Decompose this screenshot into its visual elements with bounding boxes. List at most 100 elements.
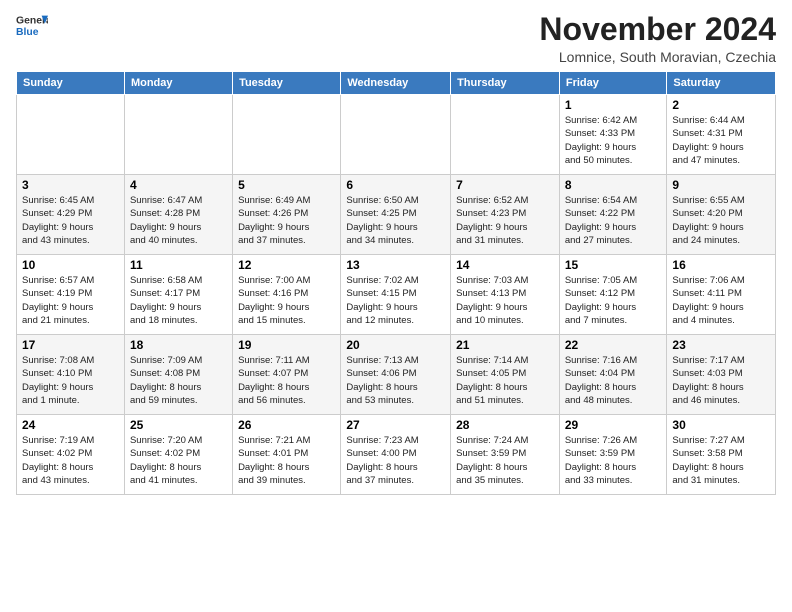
day-info: Sunrise: 7:16 AMSunset: 4:04 PMDaylight:… [565, 354, 662, 407]
table-row: 24 Sunrise: 7:19 AMSunset: 4:02 PMDayligh… [17, 415, 125, 495]
day-number: 17 [22, 338, 119, 352]
table-row: 20Sunrise: 7:13 AMSunset: 4:06 PMDayligh… [341, 335, 451, 415]
table-row: 3 Sunrise: 6:45 AMSunset: 4:29 PMDaylight… [17, 175, 125, 255]
table-row: 16 Sunrise: 7:06 AMSunset: 4:11 PMDayligh… [667, 255, 776, 335]
table-row: 13Sunrise: 7:02 AMSunset: 4:15 PMDayligh… [341, 255, 451, 335]
day-info: Sunrise: 7:21 AMSunset: 4:01 PMDaylight:… [238, 434, 335, 487]
table-row: 26 Sunrise: 7:21 AMSunset: 4:01 PMDayligh… [233, 415, 341, 495]
day-number: 2 [672, 98, 770, 112]
day-number: 19 [238, 338, 335, 352]
day-number: 21 [456, 338, 554, 352]
header-tuesday: Tuesday [233, 72, 341, 95]
table-row: 29 Sunrise: 7:26 AMSunset: 3:59 PMDayligh… [559, 415, 667, 495]
header-sunday: Sunday [17, 72, 125, 95]
day-number: 8 [565, 178, 662, 192]
calendar-week-1: 3 Sunrise: 6:45 AMSunset: 4:29 PMDaylight… [17, 175, 776, 255]
table-row [124, 95, 232, 175]
day-info: Sunrise: 7:13 AMSunset: 4:06 PMDaylight:… [346, 354, 445, 407]
day-number: 27 [346, 418, 445, 432]
day-info: Sunrise: 6:47 AMSunset: 4:28 PMDaylight:… [130, 194, 227, 247]
day-info: Sunrise: 6:45 AMSunset: 4:29 PMDaylight:… [22, 194, 119, 247]
day-info: Sunrise: 7:09 AMSunset: 4:08 PMDaylight:… [130, 354, 227, 407]
day-info: Sunrise: 6:58 AMSunset: 4:17 PMDaylight:… [130, 274, 227, 327]
table-row [233, 95, 341, 175]
day-info: Sunrise: 6:49 AMSunset: 4:26 PMDaylight:… [238, 194, 335, 247]
table-row: 15Sunrise: 7:05 AMSunset: 4:12 PMDayligh… [559, 255, 667, 335]
table-row [451, 95, 560, 175]
day-number: 24 [22, 418, 119, 432]
logo-icon: General Blue [16, 12, 48, 40]
calendar-week-2: 10Sunrise: 6:57 AMSunset: 4:19 PMDayligh… [17, 255, 776, 335]
day-number: 3 [22, 178, 119, 192]
day-info: Sunrise: 6:44 AMSunset: 4:31 PMDaylight:… [672, 114, 770, 167]
day-number: 18 [130, 338, 227, 352]
day-number: 9 [672, 178, 770, 192]
header-monday: Monday [124, 72, 232, 95]
table-row: 10Sunrise: 6:57 AMSunset: 4:19 PMDayligh… [17, 255, 125, 335]
day-info: Sunrise: 7:05 AMSunset: 4:12 PMDaylight:… [565, 274, 662, 327]
calendar-week-3: 17 Sunrise: 7:08 AMSunset: 4:10 PMDayligh… [17, 335, 776, 415]
day-number: 23 [672, 338, 770, 352]
day-number: 5 [238, 178, 335, 192]
table-row: 12 Sunrise: 7:00 AMSunset: 4:16 PMDayligh… [233, 255, 341, 335]
table-row: 18 Sunrise: 7:09 AMSunset: 4:08 PMDayligh… [124, 335, 232, 415]
table-row: 22Sunrise: 7:16 AMSunset: 4:04 PMDayligh… [559, 335, 667, 415]
calendar-table: Sunday Monday Tuesday Wednesday Thursday… [16, 71, 776, 495]
day-number: 14 [456, 258, 554, 272]
table-row: 23 Sunrise: 7:17 AMSunset: 4:03 PMDayligh… [667, 335, 776, 415]
day-number: 11 [130, 258, 227, 272]
calendar-week-4: 24 Sunrise: 7:19 AMSunset: 4:02 PMDayligh… [17, 415, 776, 495]
day-info: Sunrise: 7:19 AMSunset: 4:02 PMDaylight:… [22, 434, 119, 487]
table-row: 5 Sunrise: 6:49 AMSunset: 4:26 PMDaylight… [233, 175, 341, 255]
svg-text:Blue: Blue [16, 27, 39, 38]
day-info: Sunrise: 7:03 AMSunset: 4:13 PMDaylight:… [456, 274, 554, 327]
day-number: 16 [672, 258, 770, 272]
day-info: Sunrise: 7:14 AMSunset: 4:05 PMDaylight:… [456, 354, 554, 407]
table-row: 4 Sunrise: 6:47 AMSunset: 4:28 PMDaylight… [124, 175, 232, 255]
day-info: Sunrise: 7:26 AMSunset: 3:59 PMDaylight:… [565, 434, 662, 487]
day-info: Sunrise: 7:00 AMSunset: 4:16 PMDaylight:… [238, 274, 335, 327]
table-row: 27 Sunrise: 7:23 AMSunset: 4:00 PMDayligh… [341, 415, 451, 495]
day-info: Sunrise: 7:06 AMSunset: 4:11 PMDaylight:… [672, 274, 770, 327]
table-row: 28Sunrise: 7:24 AMSunset: 3:59 PMDayligh… [451, 415, 560, 495]
table-row: 11 Sunrise: 6:58 AMSunset: 4:17 PMDayligh… [124, 255, 232, 335]
header-thursday: Thursday [451, 72, 560, 95]
day-info: Sunrise: 7:08 AMSunset: 4:10 PMDaylight:… [22, 354, 119, 407]
day-number: 29 [565, 418, 662, 432]
table-row: 2 Sunrise: 6:44 AMSunset: 4:31 PMDaylight… [667, 95, 776, 175]
location-subtitle: Lomnice, South Moravian, Czechia [539, 49, 776, 65]
table-row: 17 Sunrise: 7:08 AMSunset: 4:10 PMDayligh… [17, 335, 125, 415]
title-block: November 2024 Lomnice, South Moravian, C… [539, 12, 776, 65]
day-number: 10 [22, 258, 119, 272]
day-info: Sunrise: 6:54 AMSunset: 4:22 PMDaylight:… [565, 194, 662, 247]
day-number: 30 [672, 418, 770, 432]
day-info: Sunrise: 7:02 AMSunset: 4:15 PMDaylight:… [346, 274, 445, 327]
table-row: 19Sunrise: 7:11 AMSunset: 4:07 PMDayligh… [233, 335, 341, 415]
table-row: 9Sunrise: 6:55 AMSunset: 4:20 PMDaylight… [667, 175, 776, 255]
main-container: General Blue November 2024 Lomnice, Sout… [0, 0, 792, 503]
day-number: 26 [238, 418, 335, 432]
table-row: 14 Sunrise: 7:03 AMSunset: 4:13 PMDayligh… [451, 255, 560, 335]
header-wednesday: Wednesday [341, 72, 451, 95]
table-row [341, 95, 451, 175]
day-info: Sunrise: 7:27 AMSunset: 3:58 PMDaylight:… [672, 434, 770, 487]
table-row [17, 95, 125, 175]
table-row: 25 Sunrise: 7:20 AMSunset: 4:02 PMDayligh… [124, 415, 232, 495]
calendar-header-row: Sunday Monday Tuesday Wednesday Thursday… [17, 72, 776, 95]
table-row: 7 Sunrise: 6:52 AMSunset: 4:23 PMDaylight… [451, 175, 560, 255]
day-number: 4 [130, 178, 227, 192]
header-friday: Friday [559, 72, 667, 95]
day-number: 7 [456, 178, 554, 192]
day-info: Sunrise: 7:23 AMSunset: 4:00 PMDaylight:… [346, 434, 445, 487]
day-number: 25 [130, 418, 227, 432]
day-info: Sunrise: 6:52 AMSunset: 4:23 PMDaylight:… [456, 194, 554, 247]
header: General Blue November 2024 Lomnice, Sout… [16, 12, 776, 65]
day-info: Sunrise: 7:20 AMSunset: 4:02 PMDaylight:… [130, 434, 227, 487]
table-row: 30 Sunrise: 7:27 AMSunset: 3:58 PMDayligh… [667, 415, 776, 495]
day-number: 1 [565, 98, 662, 112]
day-number: 12 [238, 258, 335, 272]
calendar-week-0: 1Sunrise: 6:42 AMSunset: 4:33 PMDaylight… [17, 95, 776, 175]
day-number: 6 [346, 178, 445, 192]
day-info: Sunrise: 7:17 AMSunset: 4:03 PMDaylight:… [672, 354, 770, 407]
table-row: 8 Sunrise: 6:54 AMSunset: 4:22 PMDaylight… [559, 175, 667, 255]
